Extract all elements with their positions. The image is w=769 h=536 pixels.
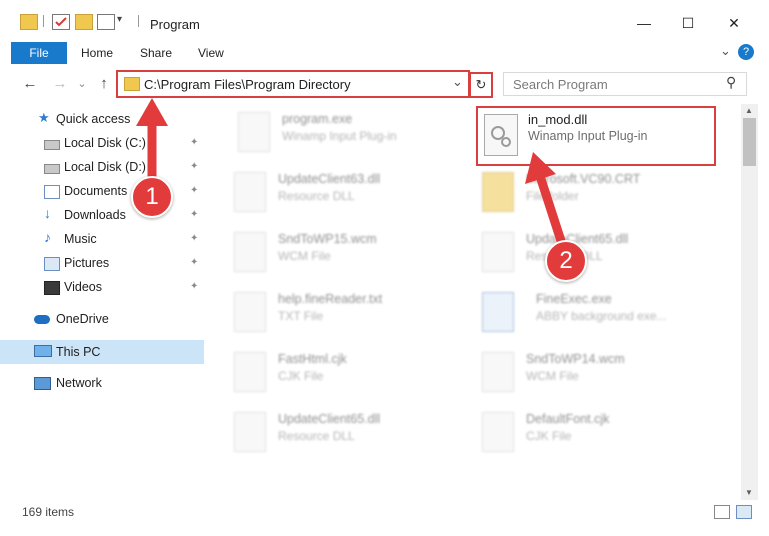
arrow-to-dll-file (525, 152, 567, 246)
callout-badge-2: 2 (545, 240, 587, 282)
annotation-arrows (136, 98, 567, 246)
callout-badge-1: 1 (131, 176, 173, 218)
arrow-to-address-bar (136, 98, 168, 180)
